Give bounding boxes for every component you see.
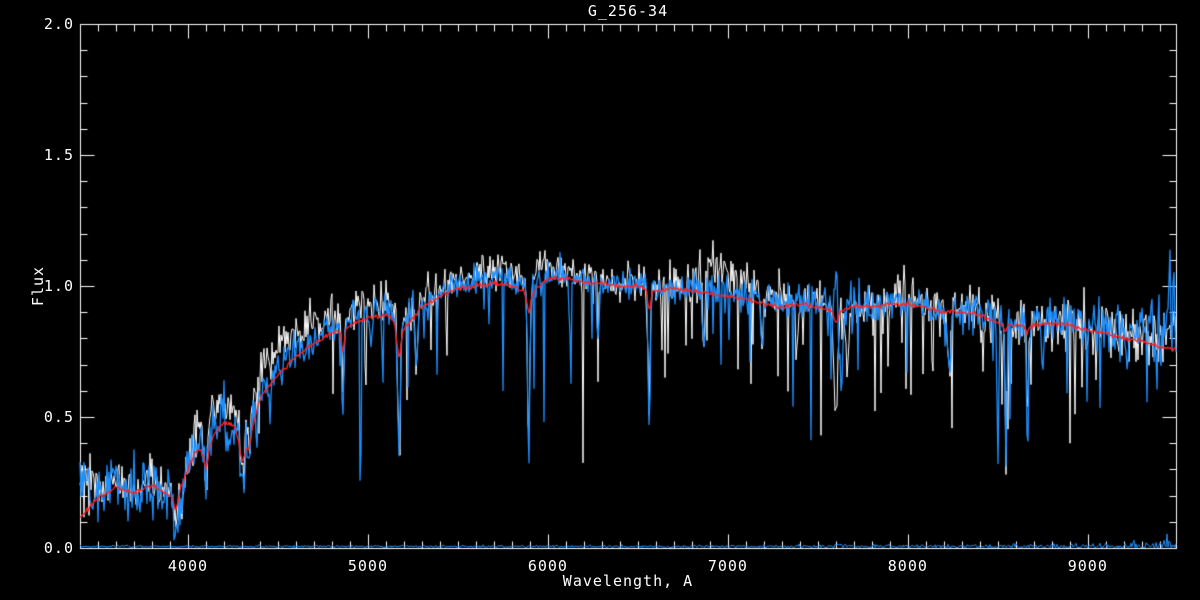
y-tick-label: 0.0 xyxy=(43,539,74,557)
x-axis-label: Wavelength, A xyxy=(562,572,694,590)
plot-canvas xyxy=(0,0,1200,600)
spectrum-plot: 4000 5000 6000 7000 8000 9000 0.0 0.5 1.0 1.5 2.0 … xyxy=(0,0,1200,600)
y-tick-label: 0.5 xyxy=(43,408,74,426)
plot-title: G_256-34 xyxy=(587,2,669,20)
y-axis-label: Flux xyxy=(29,265,47,307)
y-tick-label: 2.0 xyxy=(43,15,74,33)
y-tick-label: 1.5 xyxy=(43,146,74,164)
